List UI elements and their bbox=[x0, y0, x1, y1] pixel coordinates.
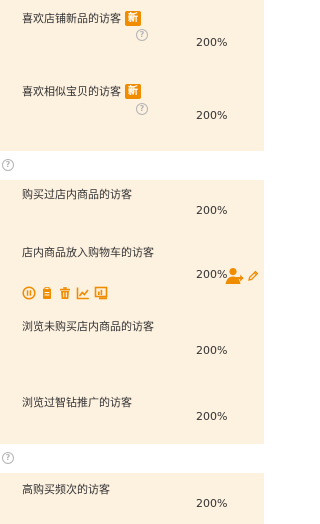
percent-value: 200% bbox=[196, 410, 228, 423]
edit-pencil-icon[interactable] bbox=[247, 270, 259, 282]
group-2-panel: 购买过店内商品的访客 200% 店内商品放入购物车的访客 200% 浏览未购买店… bbox=[0, 180, 264, 444]
row-label: 喜欢店铺新品的访客新 bbox=[22, 10, 162, 28]
new-badge: 新 bbox=[125, 84, 141, 99]
list-item[interactable]: 购买过店内商品的访客 200% bbox=[0, 180, 264, 226]
new-badge: 新 bbox=[125, 11, 141, 26]
row-label: 店内商品放入购物车的访客 bbox=[22, 246, 154, 259]
percent-value: 200% bbox=[196, 204, 228, 217]
report-icon[interactable] bbox=[94, 286, 108, 300]
row-label: 喜欢相似宝贝的访客新 bbox=[22, 83, 162, 101]
help-icon[interactable]: ? bbox=[136, 29, 148, 41]
list-item[interactable]: 浏览过智钻推广的访客 200% bbox=[0, 392, 264, 444]
row-label-text: 喜欢相似宝贝的访客 bbox=[22, 85, 121, 98]
clipboard-icon[interactable] bbox=[40, 286, 54, 300]
percent-value: 200% bbox=[196, 268, 228, 281]
list-item[interactable]: 喜欢相似宝贝的访客新 ? 200% bbox=[0, 75, 264, 151]
trash-icon[interactable] bbox=[58, 286, 72, 300]
row-action-toolbar bbox=[22, 286, 112, 300]
row-label-text: 喜欢店铺新品的访客 bbox=[22, 12, 121, 25]
help-icon[interactable]: ? bbox=[2, 452, 14, 464]
pause-icon[interactable] bbox=[22, 286, 36, 300]
help-icon[interactable]: ? bbox=[136, 103, 148, 115]
list-item[interactable]: 高购买频次的访客 200% bbox=[0, 473, 264, 524]
assign-user-icon[interactable] bbox=[224, 267, 244, 285]
row-label: 浏览过智钻推广的访客 bbox=[22, 396, 132, 409]
percent-value: 200% bbox=[196, 36, 228, 49]
list-item[interactable]: 店内商品放入购物车的访客 200% bbox=[0, 240, 264, 312]
row-label: 高购买频次的访客 bbox=[22, 483, 110, 496]
list-item[interactable]: 喜欢店铺新品的访客新 ? 200% bbox=[0, 0, 264, 75]
list-item[interactable]: 浏览未购买店内商品的访客 200% bbox=[0, 318, 264, 370]
percent-value: 200% bbox=[196, 497, 228, 510]
help-icon[interactable]: ? bbox=[2, 159, 14, 171]
percent-value: 200% bbox=[196, 344, 228, 357]
group-1-panel: 喜欢店铺新品的访客新 ? 200% 喜欢相似宝贝的访客新 ? 200% bbox=[0, 0, 264, 151]
percent-value: 200% bbox=[196, 109, 228, 122]
trend-chart-icon[interactable] bbox=[76, 286, 90, 300]
row-label: 购买过店内商品的访客 bbox=[22, 188, 132, 201]
row-label: 浏览未购买店内商品的访客 bbox=[22, 320, 154, 333]
group-3-panel: 高购买频次的访客 200% bbox=[0, 473, 264, 524]
